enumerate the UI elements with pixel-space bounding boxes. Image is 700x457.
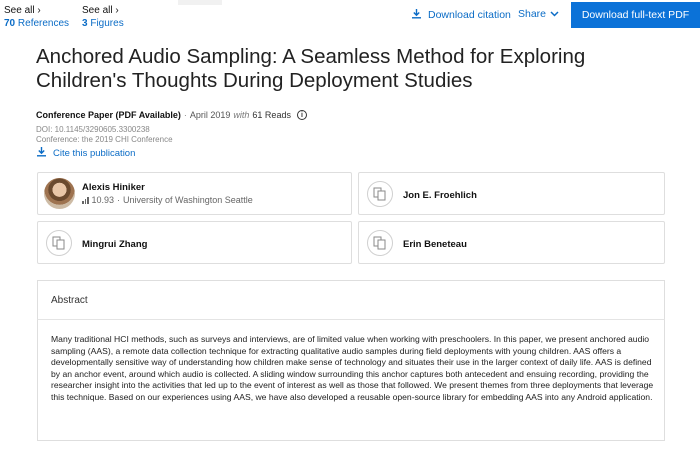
see-all-figures[interactable]: See all › 3 Figures	[82, 4, 124, 30]
share-label: Share	[518, 8, 547, 20]
see-all-figures-label[interactable]: See all ›	[82, 4, 124, 17]
doi: DOI: 10.1145/3290605.3300238	[36, 125, 150, 134]
see-all-references-label[interactable]: See all ›	[4, 4, 69, 17]
with-label: with	[233, 110, 250, 120]
references-count-link[interactable]: 70 References	[4, 17, 69, 30]
author-details-separator: ·	[117, 195, 121, 205]
author-placeholder-icon	[367, 181, 393, 207]
abstract-heading: Abstract	[51, 295, 88, 306]
cite-download-icon	[36, 146, 47, 160]
reads-count: 61 Reads	[252, 110, 291, 120]
author-name[interactable]: Alexis Hiniker	[82, 182, 145, 193]
author-placeholder-icon	[46, 230, 72, 256]
author-details: 10.93 · University of Washington Seattle	[82, 195, 253, 205]
author-name[interactable]: Erin Beneteau	[403, 239, 467, 250]
info-icon[interactable]: i	[296, 110, 307, 120]
author-card[interactable]: Mingrui Zhang	[37, 221, 352, 264]
author-card[interactable]: Jon E. Froehlich	[358, 172, 665, 215]
author-score: 10.93	[91, 195, 115, 205]
download-pdf-label: Download full-text PDF	[581, 9, 690, 21]
publication-date: April 2019	[189, 110, 231, 120]
abstract-header: Abstract	[37, 280, 665, 320]
author-card[interactable]: Erin Beneteau	[358, 221, 665, 264]
author-name[interactable]: Jon E. Froehlich	[403, 190, 477, 201]
author-card[interactable]: Alexis Hiniker 10.93 · University of Was…	[37, 172, 352, 215]
author-placeholder-icon	[367, 230, 393, 256]
share-button[interactable]: Share	[518, 8, 559, 20]
faint-placeholder-block	[178, 0, 222, 5]
references-count: 70	[4, 18, 16, 29]
download-citation-label: Download citation	[428, 9, 511, 21]
author-affiliation: University of Washington Seattle	[123, 195, 253, 205]
publication-title: Anchored Audio Sampling: A Seamless Meth…	[36, 45, 586, 92]
author-name[interactable]: Mingrui Zhang	[82, 239, 147, 250]
download-citation-button[interactable]: Download citation	[411, 8, 511, 22]
see-all-references[interactable]: See all › 70 References	[4, 4, 69, 30]
download-icon	[411, 8, 422, 22]
top-bar: See all › 70 References See all › 3 Figu…	[0, 0, 700, 30]
abstract-text: Many traditional HCI methods, such as su…	[51, 334, 654, 402]
cite-label: Cite this publication	[53, 147, 136, 159]
chevron-down-icon	[550, 8, 559, 20]
download-full-text-pdf-button[interactable]: Download full-text PDF	[571, 2, 700, 28]
figures-count-link[interactable]: 3 Figures	[82, 17, 124, 30]
conference: Conference: the 2019 CHI Conference	[36, 135, 173, 144]
meta-separator: ·	[183, 110, 187, 120]
figures-noun: Figures	[90, 18, 124, 29]
cite-this-publication-link[interactable]: Cite this publication	[36, 146, 135, 160]
publication-meta: Conference Paper (PDF Available) · April…	[36, 110, 307, 120]
publication-type: Conference Paper (PDF Available)	[36, 110, 181, 120]
rg-score-bars-icon	[82, 196, 89, 204]
abstract-body: Many traditional HCI methods, such as su…	[37, 319, 665, 441]
avatar	[44, 178, 75, 209]
figures-count: 3	[82, 18, 88, 29]
references-noun: References	[17, 18, 70, 29]
